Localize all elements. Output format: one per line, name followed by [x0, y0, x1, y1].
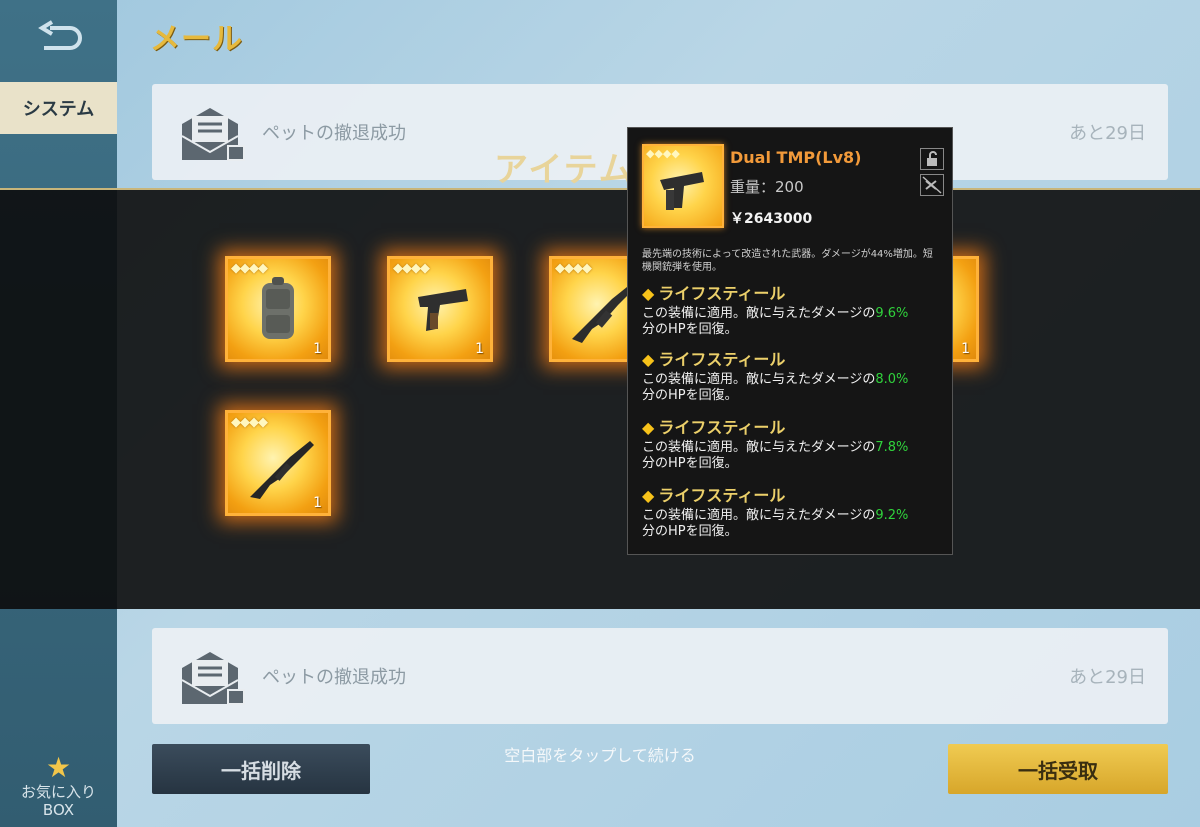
sidebar-tab-system[interactable]: システム: [0, 82, 117, 134]
item-tooltip: ◆◆◆◆ Dual TMP(Lv8) 重量：200 ￥2643000 最先端の技…: [627, 127, 953, 555]
tooltip-description: 最先端の技術によって改造された武器。ダメージが44%増加。短機関銃弾を使用。: [642, 249, 933, 273]
perk-percent: 8.0%: [875, 372, 909, 387]
rarity-diamonds-icon: ◆◆◆◆: [646, 147, 680, 160]
tooltip-item-price: ￥2643000: [730, 211, 813, 227]
perk-text: この装備に適用。敵に与えたダメージの7.8% 分のHPを回復。: [642, 440, 909, 471]
tap-to-continue-hint: 空白部をタップして続ける: [504, 746, 696, 765]
item-quantity: 1: [313, 341, 322, 357]
perk-percent: 9.2%: [875, 508, 909, 523]
perk-diamond-icon: ◆: [642, 418, 655, 437]
envelope-gift-icon: [181, 652, 245, 705]
tooltip-item-thumbnail: ◆◆◆◆: [642, 144, 724, 228]
perk-title: ◆ ライフスティール: [642, 418, 786, 437]
perk-percent: 9.6%: [875, 306, 909, 321]
reward-item-rifle[interactable]: ◆◆◆◆ 1: [225, 410, 331, 516]
perk-diamond-icon: ◆: [642, 284, 655, 303]
perk-text: この装備に適用。敵に与えたダメージの8.0% 分のHPを回復。: [642, 372, 909, 403]
reward-overlay[interactable]: [0, 188, 1200, 609]
mail-subject: ペットの撤退成功: [262, 123, 406, 144]
no-trade-icon[interactable]: [920, 174, 944, 196]
mail-item[interactable]: ペットの撤退成功 あと29日: [152, 628, 1168, 724]
mail-days-left: あと29日: [1069, 667, 1146, 688]
perk-diamond-icon: ◆: [642, 350, 655, 369]
perk-title: ◆ ライフスティール: [642, 284, 786, 303]
mail-days-left: あと29日: [1069, 123, 1146, 144]
favorites-box-button[interactable]: ★ お気に入り BOX: [0, 745, 117, 827]
tooltip-item-name: Dual TMP(Lv8): [730, 148, 862, 167]
mail-subject: ペットの撤退成功: [262, 667, 406, 688]
page-title: メール: [150, 22, 243, 57]
delete-all-button[interactable]: 一括削除: [152, 744, 370, 794]
tooltip-item-weight: 重量：200: [730, 178, 804, 196]
perk-block: ◆ ライフスティール この装備に適用。敵に与えたダメージの7.8% 分のHPを回復。: [642, 418, 947, 472]
perk-text: この装備に適用。敵に与えたダメージの9.6% 分のHPを回復。: [642, 306, 909, 337]
item-quantity: 1: [475, 341, 484, 357]
favorites-label-line1: お気に入り: [20, 783, 96, 801]
item-quantity: 1: [313, 495, 322, 511]
perk-block: ◆ ライフスティール この装備に適用。敵に与えたダメージの9.2% 分のHPを回復。: [642, 486, 947, 540]
perk-title: ◆ ライフスティール: [642, 350, 786, 369]
unlock-icon[interactable]: [920, 148, 944, 170]
perk-title: ◆ ライフスティール: [642, 486, 786, 505]
perk-block: ◆ ライフスティール この装備に適用。敵に与えたダメージの9.6% 分のHPを回復。: [642, 284, 947, 338]
envelope-gift-icon: [181, 108, 245, 161]
favorites-label-line2: BOX: [42, 801, 75, 819]
receive-all-button[interactable]: 一括受取: [948, 744, 1168, 794]
perk-diamond-icon: ◆: [642, 486, 655, 505]
reward-item-pistol[interactable]: ◆◆◆◆ 1: [387, 256, 493, 362]
back-arrow-icon[interactable]: [36, 20, 86, 56]
reward-item-backpack[interactable]: ◆◆◆◆ 1: [225, 256, 331, 362]
perk-text: この装備に適用。敵に与えたダメージの9.2% 分のHPを回復。: [642, 508, 909, 539]
item-quantity: 1: [961, 341, 970, 357]
perk-percent: 7.8%: [875, 440, 909, 455]
star-icon: ★: [45, 751, 72, 784]
overlay-title: アイテム: [494, 150, 635, 190]
perk-block: ◆ ライフスティール この装備に適用。敵に与えたダメージの8.0% 分のHPを回復。: [642, 350, 947, 404]
